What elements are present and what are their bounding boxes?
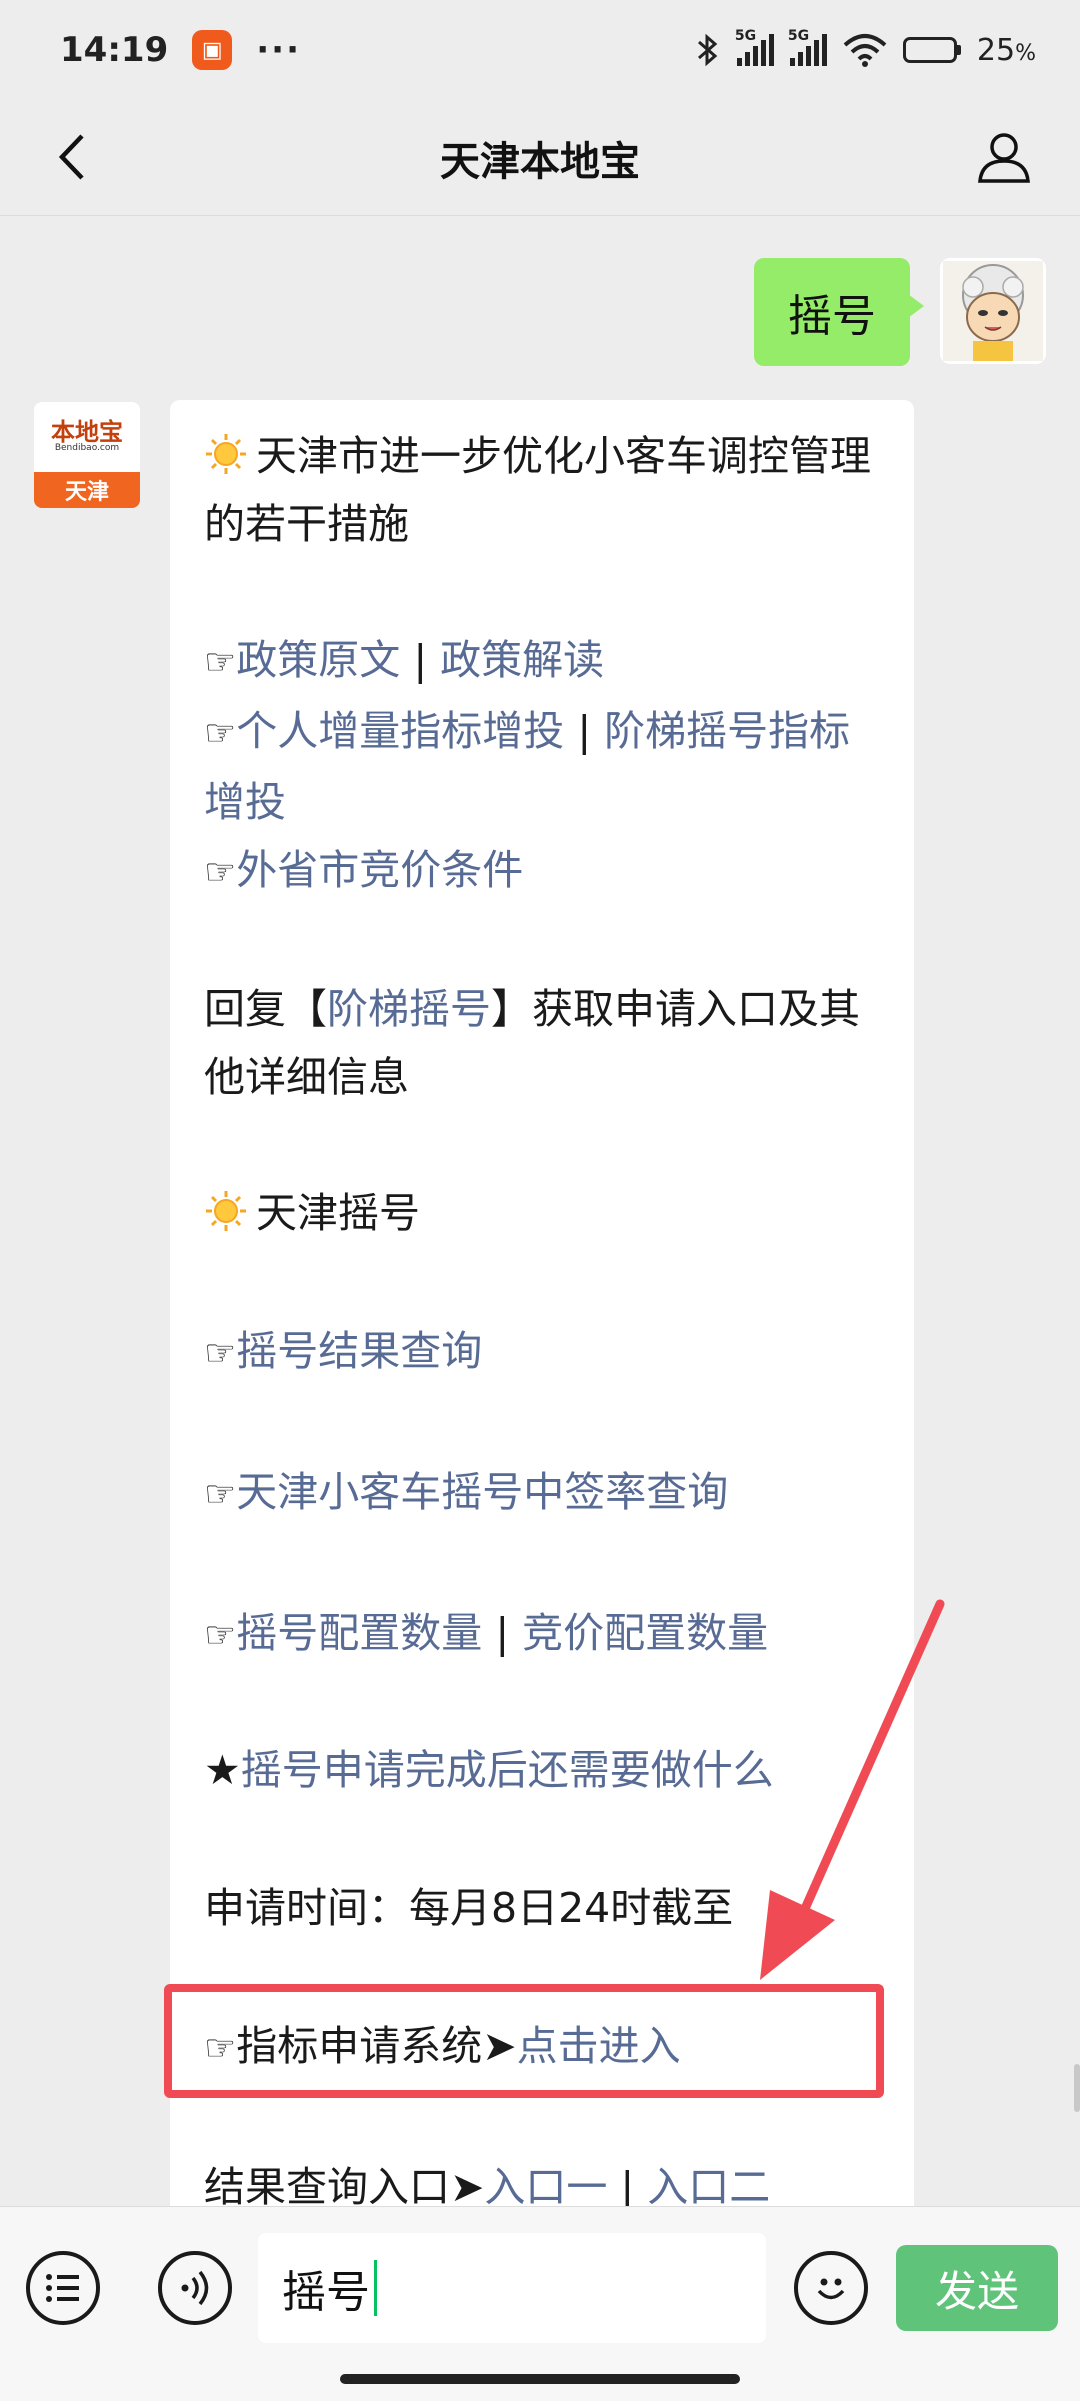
user-avatar[interactable] — [940, 258, 1046, 364]
status-time: 14:19 — [60, 30, 169, 70]
entry-two-link[interactable]: 入口二 — [647, 2163, 770, 2211]
result-entry-label: 结果查询入口➤ — [204, 2163, 485, 2211]
bid-quota-link[interactable]: 竞价配置数量 — [522, 1609, 768, 1657]
battery-icon — [902, 37, 961, 63]
voice-button[interactable] — [158, 2251, 232, 2325]
battery-percent-value: 25 — [976, 32, 1016, 68]
page-title: 天津本地宝 — [440, 138, 640, 185]
bot-avatar-city: 天津 — [34, 472, 140, 508]
separator: | — [482, 1609, 523, 1657]
status-right: 5G 5G 25% — [695, 28, 1036, 68]
policy-interpret-link[interactable]: 政策解读 — [440, 636, 604, 684]
separator: | — [564, 707, 605, 755]
pointing-hand-icon: ☞ — [204, 852, 237, 893]
more-notifications-icon: ··· — [256, 30, 301, 70]
pointing-hand-icon: ☞ — [204, 713, 237, 754]
red-highlight-box — [164, 1984, 884, 2098]
bot-avatar-logo: 本地宝 Bendibao.com — [34, 402, 140, 472]
heading-lottery-text: 天津摇号 — [256, 1189, 420, 1237]
after-apply-link[interactable]: 摇号申请完成后还需要做什么 — [241, 1746, 774, 1794]
smiley-icon — [817, 2278, 845, 2300]
star-icon: ★ — [204, 1746, 241, 1794]
out-of-province-line: ☞外省市竞价条件 — [204, 836, 880, 907]
reply-keyword-link[interactable]: 阶梯摇号 — [327, 985, 491, 1033]
policy-original-link[interactable]: 政策原文 — [236, 636, 400, 684]
user-message-row: 摇号 — [754, 258, 1046, 366]
status-left: 14:19 ▣ ··· — [60, 30, 301, 70]
pointing-hand-icon: ☞ — [204, 642, 237, 683]
red-arrow-annotation — [760, 1599, 945, 1980]
battery-percent-unit: % — [1015, 40, 1036, 66]
send-button[interactable]: 发送 — [896, 2245, 1058, 2331]
reply-hint-line: 回复【阶梯摇号】获取申请入口及其他详细信息 — [204, 975, 880, 1111]
menu-button[interactable] — [26, 2251, 100, 2325]
result-query-line: ☞摇号结果查询 — [204, 1317, 880, 1388]
win-rate-line: ☞天津小客车摇号中签率查询 — [204, 1458, 880, 1529]
personal-increment-link[interactable]: 个人增量指标增投 — [236, 707, 564, 755]
wifi-icon — [843, 34, 887, 67]
message-input-value: 摇号 — [282, 2267, 370, 2318]
bot-avatar-brand: 本地宝 — [51, 418, 123, 447]
sun-icon — [206, 434, 246, 474]
policy-links-line: ☞政策原文 | 政策解读 — [204, 626, 880, 697]
pointing-hand-icon: ☞ — [204, 1474, 237, 1515]
list-menu-icon — [46, 2274, 79, 2302]
heading-measures: 天津市进一步优化小客车调控管理的若干措施 — [204, 422, 880, 558]
battery-percent: 25% — [977, 33, 1036, 68]
status-bar: 14:19 ▣ ··· 5G 5G 25% — [0, 0, 1080, 100]
heading-lottery: 天津摇号 — [204, 1179, 880, 1247]
signal-strength-2-icon: 5G — [788, 28, 827, 66]
person-icon — [978, 133, 1030, 183]
reply-prefix: 回复【 — [204, 985, 327, 1033]
pointing-hand-icon: ☞ — [204, 1615, 237, 1656]
chevron-left-icon — [58, 134, 84, 180]
message-input[interactable]: 摇号 — [258, 2233, 766, 2343]
bluetooth-icon — [697, 33, 718, 67]
voice-icon — [181, 2270, 209, 2306]
app-notification-icon: ▣ — [192, 30, 233, 70]
increment-links-line: ☞个人增量指标增投 | 阶梯摇号指标增投 — [204, 697, 880, 836]
profile-button[interactable] — [964, 122, 1044, 192]
sun-icon — [206, 1191, 246, 1231]
bot-avatar-url: Bendibao.com — [54, 443, 120, 454]
user-message-bubble[interactable]: 摇号 — [754, 258, 924, 366]
home-indicator[interactable] — [340, 2374, 740, 2384]
scrollbar[interactable] — [1074, 2064, 1080, 2112]
back-button[interactable] — [36, 122, 106, 192]
lottery-quota-link[interactable]: 摇号配置数量 — [236, 1609, 482, 1657]
signal-strength-1-icon: 5G — [735, 28, 774, 66]
separator: | — [400, 636, 441, 684]
sheep-avatar-icon — [943, 261, 1043, 361]
heading-measures-text: 天津市进一步优化小客车调控管理的若干措施 — [204, 432, 871, 548]
result-query-link[interactable]: 摇号结果查询 — [236, 1327, 482, 1375]
entry-one-link[interactable]: 入口一 — [484, 2163, 607, 2211]
nav-bar: 天津本地宝 — [0, 100, 1080, 216]
bot-avatar[interactable]: 本地宝 Bendibao.com 天津 — [34, 402, 140, 508]
emoji-button[interactable] — [794, 2251, 868, 2325]
input-bar: 摇号 发送 — [0, 2206, 1080, 2401]
text-caret — [374, 2260, 377, 2316]
pointing-hand-icon: ☞ — [204, 1333, 237, 1374]
separator: | — [607, 2163, 648, 2211]
win-rate-query-link[interactable]: 天津小客车摇号中签率查询 — [236, 1468, 728, 1516]
out-of-province-bid-link[interactable]: 外省市竞价条件 — [236, 846, 523, 894]
